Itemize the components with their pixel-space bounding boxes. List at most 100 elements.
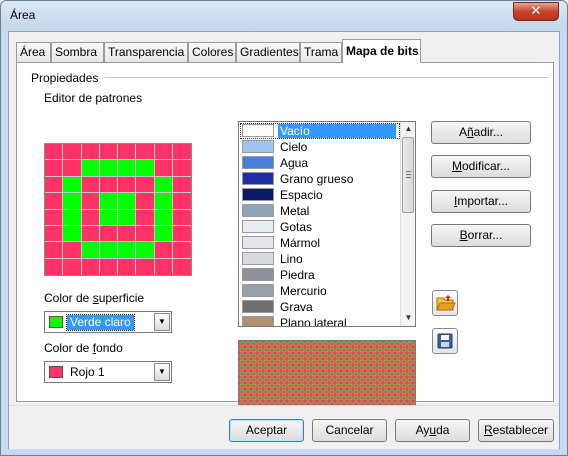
pattern-cell[interactable] (172, 193, 191, 210)
pattern-cell[interactable] (63, 160, 82, 177)
pattern-cell[interactable] (63, 144, 82, 161)
pattern-cell[interactable] (136, 176, 155, 194)
tab-bitmap[interactable]: Mapa de bits (342, 39, 421, 63)
pattern-cell[interactable] (172, 160, 191, 177)
pattern-cell[interactable] (81, 258, 100, 275)
pattern-cell[interactable] (172, 258, 191, 275)
reset-button[interactable]: Restablecer (478, 419, 554, 442)
add-button[interactable]: Añadir... (431, 121, 531, 144)
delete-button[interactable]: Borrar... (431, 224, 531, 247)
pattern-cell[interactable] (118, 193, 137, 210)
pattern-cell[interactable] (45, 193, 64, 210)
pattern-cell[interactable] (136, 144, 155, 161)
pattern-cell[interactable] (63, 242, 82, 259)
pattern-cell[interactable] (99, 209, 118, 226)
pattern-cell[interactable] (154, 193, 173, 210)
list-item[interactable]: Gotas (240, 219, 400, 235)
pattern-cell[interactable] (154, 258, 173, 275)
pattern-cell[interactable] (136, 193, 155, 210)
pattern-cell[interactable] (81, 242, 100, 259)
pattern-cell[interactable] (136, 258, 155, 275)
pattern-cell[interactable] (154, 209, 173, 226)
import-button[interactable]: Importar... (431, 190, 531, 213)
bitmap-list[interactable]: Plano lateral Grava Mercurio Piedra Lino Márm… (238, 121, 416, 327)
load-list-button[interactable] (432, 290, 458, 316)
pattern-cell[interactable] (99, 225, 118, 243)
tab-gradients[interactable]: Gradientes (236, 42, 300, 62)
pattern-cell[interactable] (81, 160, 100, 177)
pattern-cell[interactable] (118, 242, 137, 259)
pattern-cell[interactable] (99, 258, 118, 275)
pattern-cell[interactable] (154, 225, 173, 243)
pattern-cell[interactable] (136, 160, 155, 177)
pattern-cell[interactable] (63, 176, 82, 194)
list-item[interactable]: Plano lateral (240, 315, 400, 326)
pattern-cell[interactable] (172, 176, 191, 194)
pattern-cell[interactable] (118, 160, 137, 177)
pattern-cell[interactable] (45, 225, 64, 243)
pattern-cell[interactable] (118, 258, 137, 275)
pattern-cell[interactable] (45, 242, 64, 259)
tab-hatching[interactable]: Trama (300, 42, 342, 62)
list-item[interactable]: Agua (240, 155, 400, 171)
tab-colors[interactable]: Colores (188, 42, 236, 62)
pattern-cell[interactable] (81, 209, 100, 226)
pattern-editor-grid[interactable] (44, 143, 192, 276)
tab-area[interactable]: Área (16, 42, 51, 62)
list-item[interactable]: Mármol (240, 235, 400, 251)
tab-shadow[interactable]: Sombra (51, 42, 104, 62)
pattern-cell[interactable] (172, 225, 191, 243)
pattern-cell[interactable] (81, 176, 100, 194)
pattern-cell[interactable] (118, 176, 137, 194)
pattern-cell[interactable] (99, 160, 118, 177)
list-item[interactable]: Grava (240, 299, 400, 315)
ok-button[interactable]: Aceptar (229, 419, 304, 442)
pattern-cell[interactable] (154, 176, 173, 194)
save-list-button[interactable] (432, 328, 458, 354)
pattern-cell[interactable] (118, 209, 137, 226)
close-button[interactable]: ✕ (513, 2, 559, 21)
pattern-cell[interactable] (136, 209, 155, 226)
scroll-down-icon[interactable]: ▼ (401, 311, 415, 325)
list-item[interactable]: Mercurio (240, 283, 400, 299)
pattern-cell[interactable] (63, 225, 82, 243)
pattern-cell[interactable] (99, 242, 118, 259)
cancel-button[interactable]: Cancelar (312, 419, 387, 442)
list-item[interactable]: Lino (240, 251, 400, 267)
pattern-cell[interactable] (99, 193, 118, 210)
pattern-cell[interactable] (154, 144, 173, 161)
scroll-up-icon[interactable]: ▲ (401, 122, 415, 136)
pattern-cell[interactable] (172, 242, 191, 259)
pattern-cell[interactable] (63, 193, 82, 210)
list-item[interactable]: Grano grueso (240, 171, 400, 187)
list-item[interactable]: Espacio (240, 187, 400, 203)
modify-button[interactable]: Modificar... (431, 155, 531, 178)
help-button[interactable]: Ayuda (395, 419, 470, 442)
list-item[interactable]: Cielo (240, 139, 400, 155)
pattern-cell[interactable] (99, 144, 118, 161)
pattern-cell[interactable] (154, 242, 173, 259)
list-item[interactable]: Piedra (240, 267, 400, 283)
chevron-down-icon[interactable]: ▼ (154, 363, 170, 381)
chevron-down-icon[interactable]: ▼ (154, 313, 170, 331)
pattern-cell[interactable] (45, 176, 64, 194)
pattern-cell[interactable] (172, 209, 191, 226)
background-color-select[interactable]: Rojo 1 ▼ (44, 361, 172, 383)
pattern-cell[interactable] (172, 144, 191, 161)
pattern-cell[interactable] (136, 225, 155, 243)
list-item[interactable]: Vacío (240, 123, 400, 139)
pattern-cell[interactable] (45, 144, 64, 161)
pattern-cell[interactable] (45, 209, 64, 226)
pattern-cell[interactable] (118, 144, 137, 161)
pattern-cell[interactable] (136, 242, 155, 259)
pattern-cell[interactable] (99, 176, 118, 194)
pattern-cell[interactable] (118, 225, 137, 243)
pattern-cell[interactable] (81, 144, 100, 161)
pattern-cell[interactable] (81, 193, 100, 210)
pattern-cell[interactable] (63, 258, 82, 275)
title-bar[interactable]: Área ✕ (1, 1, 567, 31)
pattern-cell[interactable] (154, 160, 173, 177)
tab-transparency[interactable]: Transparencia (104, 42, 188, 62)
surface-color-select[interactable]: Verde claro ▼ (44, 311, 172, 333)
pattern-cell[interactable] (63, 209, 82, 226)
